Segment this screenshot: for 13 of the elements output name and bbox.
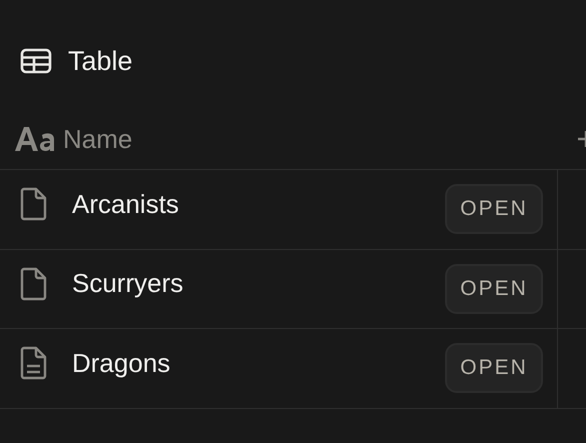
row-name[interactable]: Dragons — [72, 348, 421, 379]
row-name[interactable]: Scurryers — [72, 268, 421, 300]
open-button[interactable]: OPEN — [445, 264, 543, 314]
open-button[interactable]: OPEN — [445, 184, 543, 234]
text-type-icon — [15, 125, 55, 153]
table-icon — [20, 48, 52, 74]
document-icon — [20, 266, 48, 301]
row-name[interactable]: Arcanists — [72, 188, 421, 220]
document-lines-icon — [20, 346, 48, 380]
document-icon — [20, 187, 48, 222]
column-header[interactable]: Name — [63, 124, 132, 154]
view-title: Table — [68, 46, 133, 76]
open-button[interactable]: OPEN — [445, 343, 543, 394]
